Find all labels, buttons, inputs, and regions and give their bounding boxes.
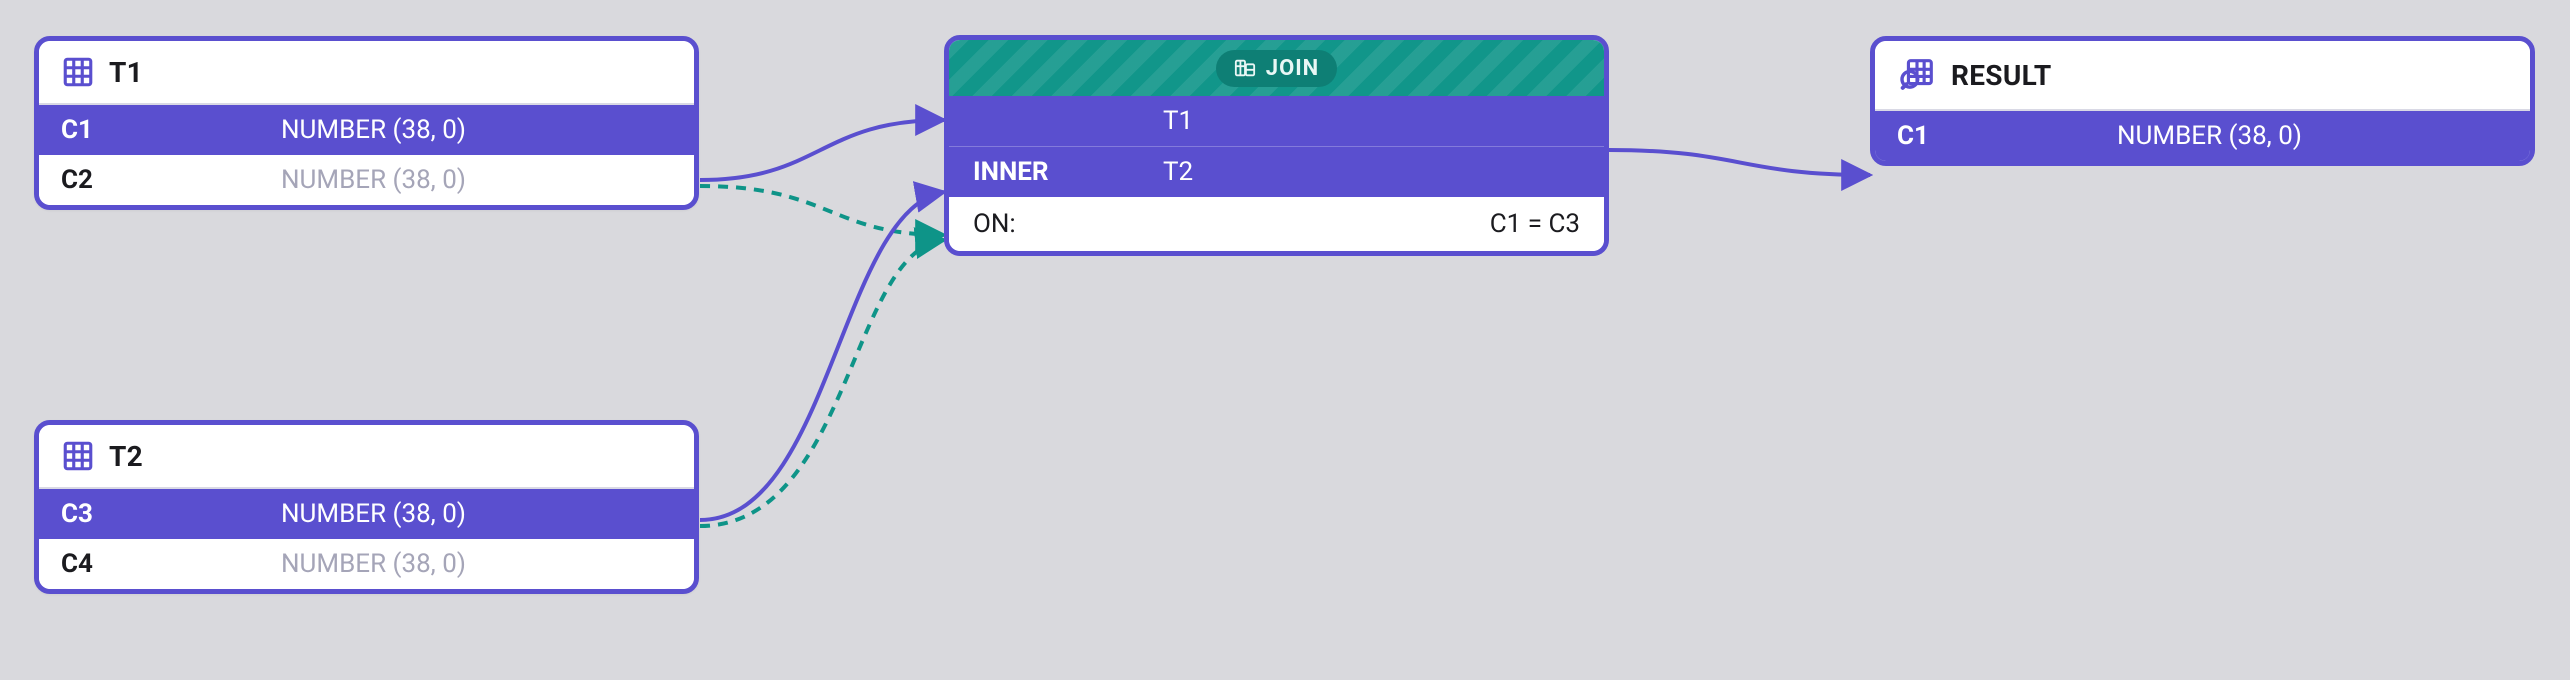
table-title: T1 — [109, 56, 143, 89]
join-row-center: T1 — [1163, 106, 1580, 136]
column-row[interactable]: C4 NUMBER (38, 0) — [39, 539, 694, 589]
table-node-t1[interactable]: T1 C1 NUMBER (38, 0) C2 NUMBER (38, 0) — [34, 36, 699, 210]
table-header[interactable]: T1 — [39, 41, 694, 105]
join-badge: JOIN — [1216, 50, 1337, 87]
column-row[interactable]: C1 NUMBER (38, 0) — [1875, 111, 2530, 161]
edge-t1-to-join — [700, 120, 944, 180]
join-row-t2[interactable]: INNER T2 — [949, 146, 1604, 197]
edge-t1-to-on — [700, 186, 944, 235]
table-header[interactable]: T2 — [39, 425, 694, 489]
column-name: C2 — [61, 165, 281, 195]
join-row-center: T2 — [1163, 157, 1580, 187]
column-type: NUMBER (38, 0) — [2117, 121, 2508, 151]
result-header[interactable]: RESULT — [1875, 41, 2530, 111]
result-title: RESULT — [1951, 59, 2052, 92]
join-row-left: INNER — [973, 157, 1163, 187]
edge-join-to-result — [1609, 150, 1870, 175]
column-type: NUMBER (38, 0) — [281, 115, 672, 145]
column-row[interactable]: C1 NUMBER (38, 0) — [39, 105, 694, 155]
column-name: C1 — [1897, 121, 2117, 151]
column-name: C3 — [61, 499, 281, 529]
column-type: NUMBER (38, 0) — [281, 499, 672, 529]
join-node[interactable]: JOIN T1 INNER T2 ON: C1 = C3 — [944, 35, 1609, 256]
join-badge-label: JOIN — [1266, 56, 1319, 81]
join-on-condition: C1 = C3 — [1490, 209, 1580, 239]
result-icon — [1897, 55, 1937, 95]
column-name: C4 — [61, 549, 281, 579]
join-row-t1[interactable]: T1 — [949, 96, 1604, 146]
table-node-t2[interactable]: T2 C3 NUMBER (38, 0) C4 NUMBER (38, 0) — [34, 420, 699, 594]
join-on-label: ON: — [973, 209, 1163, 239]
edge-t2-to-on — [700, 240, 944, 526]
join-icon — [1234, 57, 1256, 79]
result-node[interactable]: RESULT C1 NUMBER (38, 0) — [1870, 36, 2535, 166]
edge-t2-to-join — [700, 192, 944, 520]
column-row[interactable]: C2 NUMBER (38, 0) — [39, 155, 694, 205]
table-title: T2 — [109, 440, 143, 473]
column-type: NUMBER (38, 0) — [281, 165, 672, 195]
column-name: C1 — [61, 115, 281, 145]
join-header[interactable]: JOIN — [949, 40, 1604, 96]
table-icon — [61, 55, 95, 89]
table-icon — [61, 439, 95, 473]
column-type: NUMBER (38, 0) — [281, 549, 672, 579]
join-body: T1 INNER T2 — [949, 96, 1604, 197]
join-on-row[interactable]: ON: C1 = C3 — [949, 197, 1604, 251]
column-row[interactable]: C3 NUMBER (38, 0) — [39, 489, 694, 539]
